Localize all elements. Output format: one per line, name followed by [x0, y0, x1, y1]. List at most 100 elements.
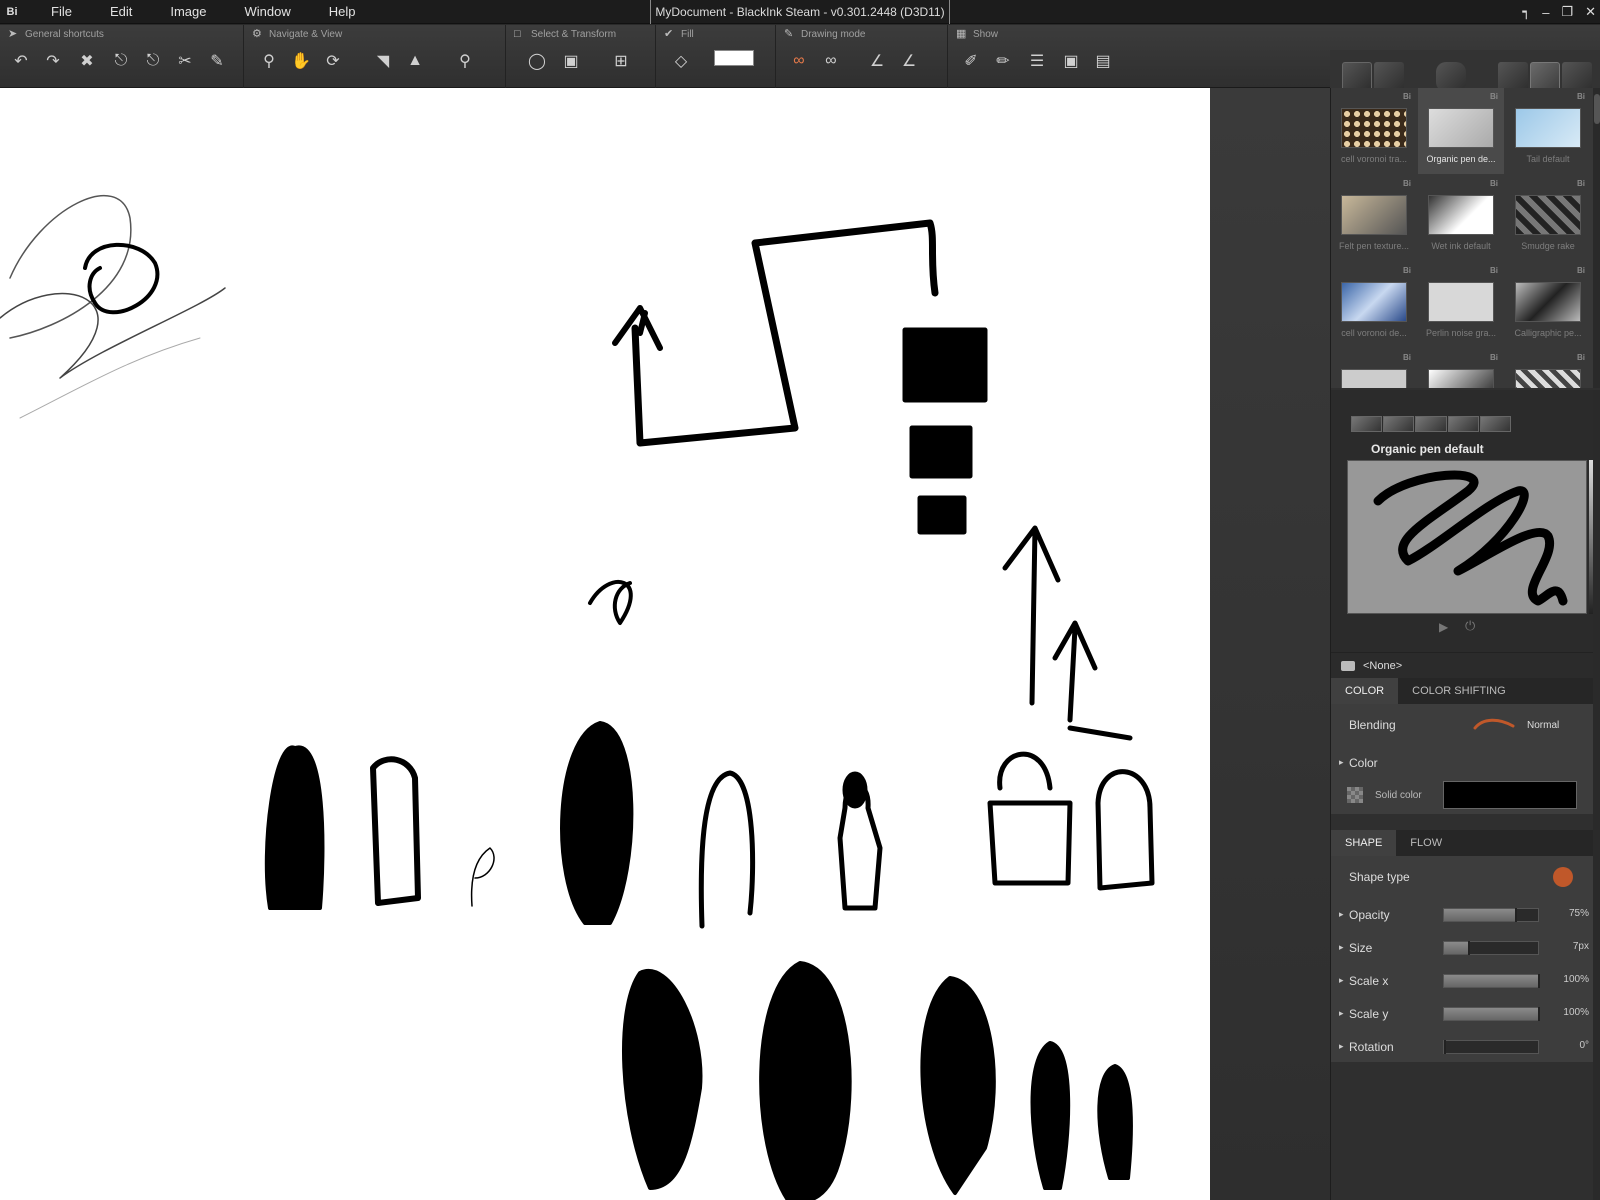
rotate-view-icon[interactable]: ⟳ — [320, 48, 346, 74]
param-label[interactable]: Scale y — [1339, 1007, 1388, 1021]
variation-thumb[interactable] — [1447, 416, 1479, 432]
flip-vertical-icon[interactable]: ▲ — [402, 48, 428, 74]
minimize-icon[interactable]: – — [1542, 5, 1549, 20]
blending-label: Blending — [1349, 718, 1396, 732]
stamp-selector[interactable]: <None> — [1331, 652, 1600, 678]
scissors-icon[interactable]: ✂ — [172, 48, 198, 74]
menu-window[interactable]: Window — [232, 4, 304, 19]
preset-item[interactable]: Organic pen de... Bi — [1418, 88, 1504, 174]
preset-item[interactable]: cell voronoi tra... Bi — [1331, 88, 1417, 174]
preset-thumbnail — [1515, 108, 1581, 148]
canvas-artwork — [0, 195, 1155, 1200]
menu-image[interactable]: Image — [157, 4, 219, 19]
crop-icon[interactable]: ⊞ — [608, 48, 634, 74]
restore-layout-icon[interactable]: ┑ — [1522, 4, 1530, 20]
zoom-icon[interactable]: ⚲ — [256, 48, 282, 74]
lasso-select-icon[interactable]: ◯ — [524, 48, 550, 74]
preset-scrollbar[interactable] — [1593, 88, 1600, 388]
cut-left-icon[interactable]: ⎋ — [108, 48, 134, 74]
cut-right-icon[interactable]: ⎋ — [140, 48, 166, 74]
param-label[interactable]: Scale x — [1339, 974, 1388, 988]
slider-handle[interactable] — [1514, 908, 1517, 922]
param-slider[interactable] — [1443, 941, 1539, 955]
preset-item[interactable]: Bi — [1505, 349, 1591, 388]
preset-item[interactable]: cell voronoi de... Bi — [1331, 262, 1417, 348]
angle-mode-icon[interactable]: ∠ — [896, 48, 922, 74]
preset-item[interactable]: Bi — [1331, 349, 1417, 388]
eraser-icon[interactable]: ✎ — [204, 48, 230, 74]
transform-icon[interactable]: ▣ — [558, 48, 584, 74]
param-label[interactable]: Size — [1339, 941, 1372, 955]
sketch-loop-stroke — [19, 337, 201, 419]
panel-layout-icon[interactable]: ▤ — [1090, 48, 1116, 74]
tab-color[interactable]: COLOR — [1331, 678, 1399, 704]
toolbar: ➤ General shortcuts ↶ ↷ ✖ ⎋ ⎋ ✂ ✎ ⚙ Naviga… — [0, 25, 1600, 113]
preset-item[interactable]: Wet ink default Bi — [1418, 175, 1504, 261]
undo-icon[interactable]: ↶ — [8, 48, 34, 74]
param-slider[interactable] — [1443, 1040, 1539, 1054]
param-value: 100% — [1563, 1007, 1589, 1018]
preset-item[interactable]: Perlin noise gra... Bi — [1418, 262, 1504, 348]
preset-thumbnail — [1341, 369, 1407, 388]
slider-fill — [1444, 975, 1538, 987]
redo-icon[interactable]: ↷ — [40, 48, 66, 74]
solid-color-swatch[interactable] — [1443, 781, 1577, 809]
blending-value[interactable]: Normal — [1527, 720, 1559, 731]
zoom-fit-icon[interactable]: ⚲ — [452, 48, 478, 74]
drawing-canvas[interactable] — [0, 88, 1210, 1200]
preset-item[interactable]: Tail default Bi — [1505, 88, 1591, 174]
close-icon[interactable]: ✕ — [1585, 4, 1596, 20]
variation-thumb[interactable] — [1479, 416, 1512, 432]
slider-handle[interactable] — [1538, 1007, 1540, 1021]
play-icon[interactable]: ▶ — [1439, 620, 1448, 634]
param-slider[interactable] — [1443, 908, 1539, 922]
preset-item[interactable]: Calligraphic pe... Bi — [1505, 262, 1591, 348]
color-tabbar: COLOR COLOR SHIFTING — [1331, 678, 1593, 704]
brush-settings-icon[interactable]: ✏ — [990, 48, 1016, 74]
preset-item[interactable]: Bi — [1418, 349, 1504, 388]
panel-scrollbar[interactable] — [1593, 390, 1600, 1200]
curve-draw-icon[interactable]: ∞ — [818, 48, 844, 74]
preset-grid: cell voronoi tra... Bi Organic pen de...… — [1331, 88, 1593, 388]
variation-thumb[interactable] — [1415, 416, 1447, 432]
fill-mode-icon[interactable]: ◇ — [668, 48, 694, 74]
brush-tool-icon[interactable]: ✐ — [958, 48, 984, 74]
tab-color-shifting[interactable]: COLOR SHIFTING — [1398, 678, 1520, 704]
menu-help[interactable]: Help — [316, 4, 369, 19]
param-slider[interactable] — [1443, 1007, 1540, 1021]
preset-item[interactable]: Felt pen texture... Bi — [1331, 175, 1417, 261]
preview-stroke — [1373, 470, 1568, 606]
tab-flow[interactable]: FLOW — [1396, 830, 1456, 856]
param-slider[interactable] — [1443, 974, 1540, 988]
slider-handle[interactable] — [1538, 974, 1540, 988]
tab-shape[interactable]: SHAPE — [1331, 830, 1397, 856]
menu-edit[interactable]: Edit — [97, 4, 145, 19]
slider-handle[interactable] — [1444, 1040, 1446, 1054]
param-label[interactable]: Opacity — [1339, 908, 1390, 922]
slider-handle[interactable] — [1467, 941, 1470, 955]
fill-color-swatch[interactable] — [714, 50, 754, 66]
free-draw-icon[interactable]: ∞ — [786, 48, 812, 74]
preset-badge: Bi — [1577, 92, 1585, 101]
menu-file[interactable]: File — [38, 4, 85, 19]
clear-icon[interactable]: ✖ — [74, 48, 100, 74]
preset-item[interactable]: Smudge rake Bi — [1505, 175, 1591, 261]
color-row[interactable]: Color — [1331, 748, 1593, 778]
hand-pan-icon[interactable]: ✋ — [288, 48, 314, 74]
fullscreen-icon[interactable]: ▣ — [1058, 48, 1084, 74]
color-mode-icon[interactable] — [1347, 787, 1363, 803]
power-icon[interactable]: ⏻ — [1465, 618, 1475, 634]
figure-silhouette — [621, 969, 703, 1190]
variation-thumb[interactable] — [1383, 416, 1415, 432]
layers-icon[interactable]: ☰ — [1024, 48, 1050, 74]
line-mode-icon[interactable]: ∠ — [864, 48, 890, 74]
param-label[interactable]: Rotation — [1339, 1040, 1394, 1054]
blending-row: Blending Normal — [1331, 710, 1593, 740]
shape-type-circle-icon[interactable] — [1553, 867, 1573, 887]
scrollbar-thumb[interactable] — [1594, 94, 1600, 124]
variation-thumb[interactable] — [1351, 416, 1383, 432]
preset-thumbnail — [1515, 282, 1581, 322]
maximize-icon[interactable]: ❐ — [1561, 4, 1573, 20]
param-value: 75% — [1568, 908, 1589, 919]
flip-horizontal-icon[interactable]: ◥ — [370, 48, 396, 74]
